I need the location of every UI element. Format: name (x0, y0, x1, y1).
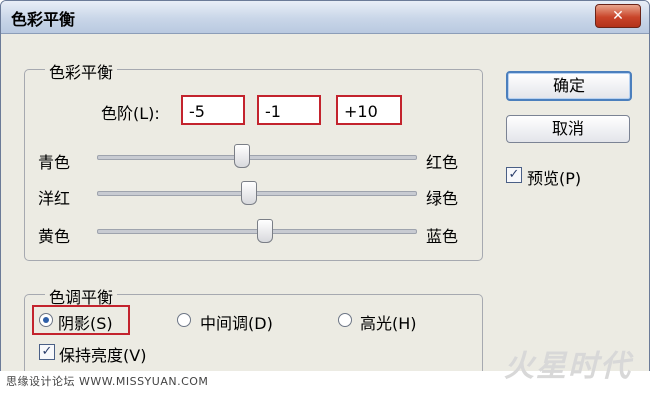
color-balance-group-title: 色彩平衡 (45, 59, 118, 83)
preview-checkbox[interactable]: ✓ (506, 167, 522, 183)
level-input-magenta-green[interactable]: -1 (257, 95, 321, 125)
shadows-label[interactable]: 阴影(S) (58, 310, 113, 334)
slider-right-label-red: 红色 (426, 153, 459, 172)
preserve-luminosity-checkbox[interactable]: ✓ (39, 344, 55, 360)
watermark-logo-text: 火星时代 (504, 349, 632, 384)
level-input-yellow-blue[interactable]: +10 (336, 95, 402, 125)
watermark-left-text: 思缘设计论坛 WWW.MISSYUAN.COM (6, 375, 209, 388)
slider-left-label-cyan: 青色 (38, 153, 71, 172)
color-balance-dialog: 色彩平衡 ✕ 色彩平衡 色阶(L): -5 -1 +10 青色 红色 洋红 绿色… (0, 0, 650, 373)
highlights-label[interactable]: 高光(H) (360, 310, 417, 334)
levels-label: 色阶(L): (101, 104, 160, 123)
magenta-green-slider-thumb[interactable] (241, 181, 257, 205)
cancel-button[interactable]: 取消 (506, 115, 630, 143)
dialog-title: 色彩平衡 (11, 10, 76, 29)
midtones-radio[interactable] (177, 313, 191, 327)
slider-left-label-yellow: 黄色 (38, 227, 71, 246)
watermark-footer: 思缘设计论坛 WWW.MISSYUAN.COM 火星时代 (0, 349, 650, 395)
title-bar: 色彩平衡 ✕ (1, 1, 649, 34)
yellow-blue-slider-thumb[interactable] (257, 219, 273, 243)
magenta-green-slider-track[interactable] (97, 191, 417, 196)
preserve-luminosity-label[interactable]: 保持亮度(V) (59, 342, 146, 366)
slider-right-label-blue: 蓝色 (426, 227, 459, 246)
midtones-label[interactable]: 中间调(D) (200, 310, 273, 334)
level-input-cyan-red[interactable]: -5 (181, 95, 245, 125)
ok-button[interactable]: 确定 (506, 71, 632, 101)
close-button[interactable]: ✕ (595, 4, 641, 28)
slider-left-label-magenta: 洋红 (38, 189, 71, 208)
shadows-radio[interactable] (39, 313, 53, 327)
slider-right-label-green: 绿色 (426, 189, 459, 208)
cyan-red-slider-track[interactable] (97, 155, 417, 160)
highlights-radio[interactable] (338, 313, 352, 327)
cyan-red-slider-thumb[interactable] (234, 144, 250, 168)
preview-label[interactable]: 预览(P) (527, 165, 581, 189)
